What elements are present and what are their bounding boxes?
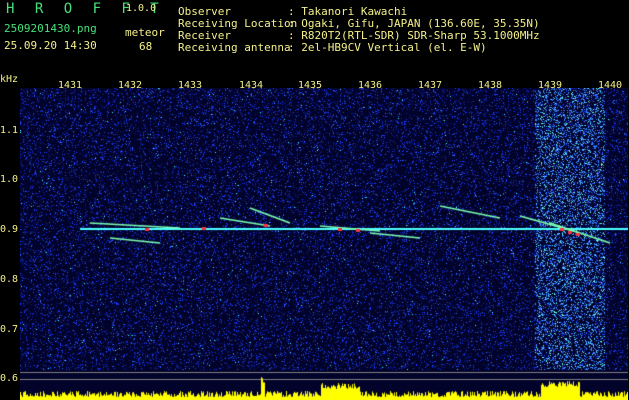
info-label-antenna: Receiving antenna [178, 41, 291, 54]
info-value-antenna: : 2el-HB9CV Vertical (el. E-W) [288, 41, 487, 54]
app-version: 1.0.0 [126, 3, 157, 14]
y-tick-0.6: 0.6 [0, 373, 19, 384]
y-tick-0.7: 0.7 [0, 324, 19, 335]
header-panel: H R O F F T 1.0.0 2509201430.png 25.09.2… [0, 0, 629, 74]
meteor-label: meteor [125, 26, 165, 39]
y-tick-1.1: 1.1 [0, 125, 19, 136]
y-tick-0.9: 0.9 [0, 224, 19, 235]
x-axis: 1431 1432 1433 1434 1435 1436 1437 1438 … [0, 74, 629, 91]
file-datetime: 25.09.20 14:30 [4, 39, 97, 52]
y-tick-0.8: 0.8 [0, 274, 19, 285]
spectrogram [20, 88, 628, 400]
y-tick-1.0: 1.0 [0, 174, 19, 185]
file-name: 2509201430.png [4, 22, 97, 35]
meteor-count: 68 [139, 40, 153, 53]
